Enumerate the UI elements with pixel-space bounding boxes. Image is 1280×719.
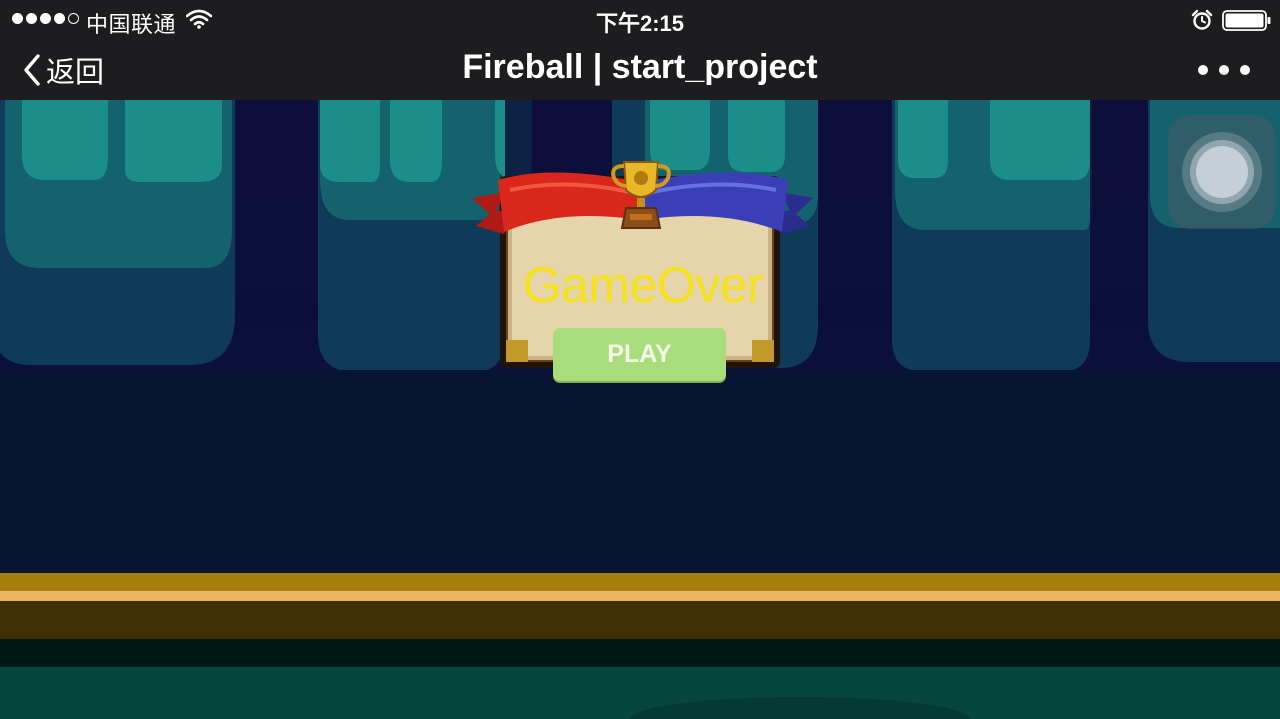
status-time: 下午2:15 (595, 11, 685, 36)
chevron-left-icon (24, 54, 40, 86)
more-dots-icon[interactable] (1198, 58, 1250, 82)
status-bar: 中国联通 下午2:15 (0, 0, 1280, 40)
back-label: 返回 (46, 57, 105, 89)
navigation-bar: 返回 Fireball | start_project (0, 40, 1280, 100)
alarm-icon (1191, 9, 1213, 30)
trophy-icon (611, 161, 671, 229)
battery-icon (1222, 10, 1271, 31)
play-button[interactable]: PLAY (553, 328, 726, 381)
assistive-touch-icon (1182, 132, 1262, 212)
assistive-touch-button[interactable] (1168, 115, 1276, 229)
page-title: Fireball | start_project (462, 48, 818, 86)
phone-screen: 中国联通 下午2:15 返回 Fireball | start_project … (0, 0, 1280, 719)
gameover-text: GameOver (522, 257, 764, 313)
gameover-panel: GameOver PLAY (470, 150, 815, 390)
back-button[interactable]: 返回 (22, 50, 104, 90)
